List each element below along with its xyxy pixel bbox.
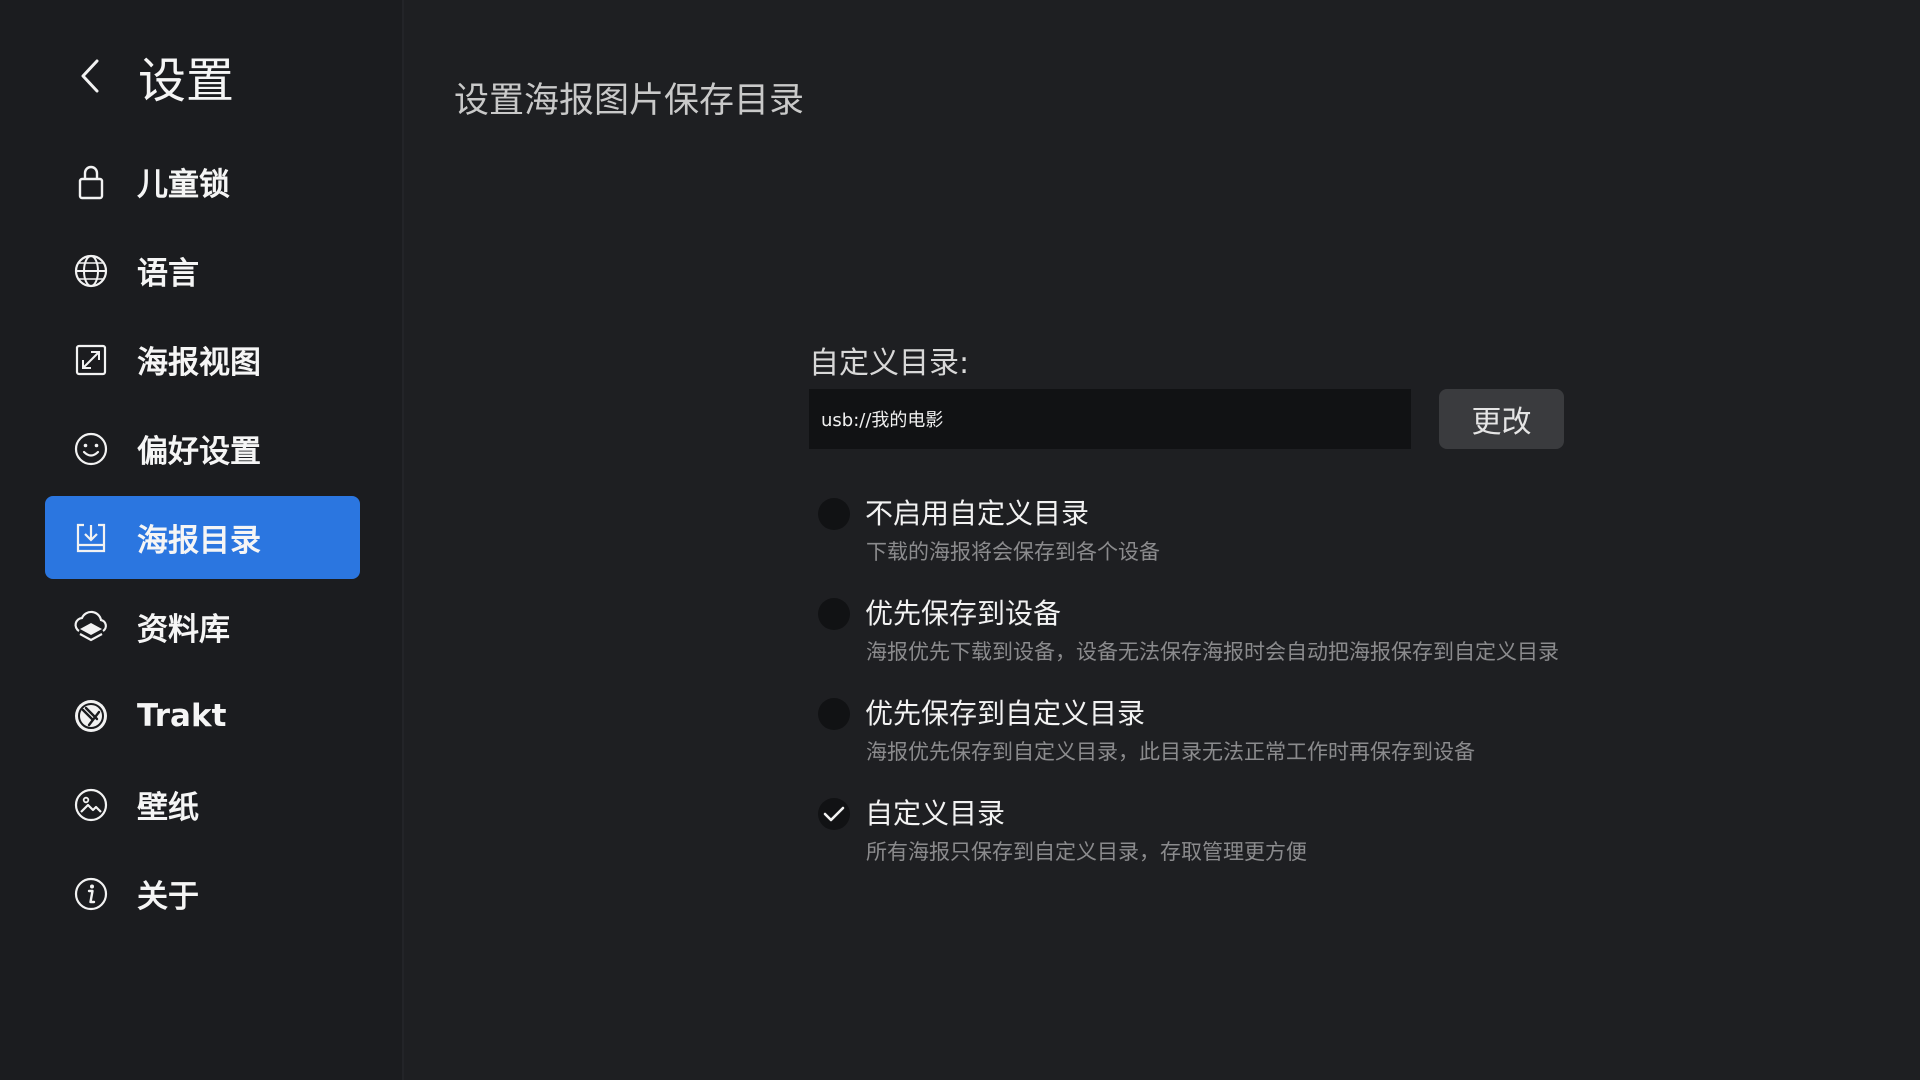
custom-dir-label: 自定义目录: (809, 346, 970, 381)
radio-unselected-icon[interactable] (818, 598, 850, 630)
sidebar-title: 设置 (138, 53, 235, 109)
lock-icon (71, 162, 111, 202)
checkmark-icon[interactable] (818, 798, 850, 830)
option-description: 海报优先保存到自定义目录，此目录无法正常工作时再保存到设备 (866, 740, 1475, 764)
sidebar-item-label: 语言 (137, 256, 199, 292)
radio-unselected-icon[interactable] (818, 698, 850, 730)
sidebar-item-wallpaper[interactable]: 壁纸 (45, 763, 360, 846)
option-description: 海报优先下载到设备，设备无法保存海报时会自动把海报保存到自定义目录 (866, 640, 1559, 664)
option-prefer-custom-dir[interactable]: 优先保存到自定义目录 海报优先保存到自定义目录，此目录无法正常工作时再保存到设备 (809, 696, 1709, 796)
image-icon (71, 785, 111, 825)
sidebar-item-language[interactable]: 语言 (45, 229, 360, 312)
sidebar-item-label: 偏好设置 (137, 434, 261, 470)
radio-unselected-icon[interactable] (818, 498, 850, 530)
globe-icon (71, 251, 111, 291)
smiley-icon (71, 429, 111, 469)
option-description: 下载的海报将会保存到各个设备 (866, 540, 1160, 564)
sidebar-item-label: 关于 (137, 879, 199, 915)
sidebar-item-poster-view[interactable]: 海报视图 (45, 318, 360, 401)
change-button[interactable]: 更改 (1439, 389, 1564, 449)
sidebar-item-poster-directory[interactable]: 海报目录 (45, 496, 360, 579)
layers-icon (71, 607, 111, 647)
option-custom-dir-only[interactable]: 自定义目录 所有海报只保存到自定义目录，存取管理更方便 (809, 796, 1709, 896)
expand-icon (71, 340, 111, 380)
option-title: 优先保存到自定义目录 (865, 697, 1146, 730)
sidebar-item-trakt[interactable]: Trakt (45, 674, 360, 757)
option-title: 自定义目录 (865, 797, 1006, 830)
trakt-icon (71, 696, 111, 736)
option-disable-custom-dir[interactable]: 不启用自定义目录 下载的海报将会保存到各个设备 (809, 496, 1709, 596)
info-icon (71, 874, 111, 914)
settings-screen: 设置 儿童锁 语言 海报视图 偏好设置 海报目录 资料库 Trakt 壁纸 关于… (0, 0, 1920, 1080)
sidebar-item-label: 海报视图 (137, 345, 261, 381)
download-tray-icon (71, 518, 111, 558)
main-content: 设置海报图片保存目录 自定义目录: 更改 不启用自定义目录 下载的海报将会保存到… (406, 0, 1920, 1080)
sidebar-item-label: 资料库 (137, 612, 230, 648)
sidebar-item-label: 壁纸 (137, 790, 199, 826)
option-prefer-device[interactable]: 优先保存到设备 海报优先下载到设备，设备无法保存海报时会自动把海报保存到自定义目… (809, 596, 1709, 696)
sidebar-item-label: Trakt (137, 697, 227, 734)
sidebar-item-preferences[interactable]: 偏好设置 (45, 407, 360, 490)
sidebar-nav: 儿童锁 语言 海报视图 偏好设置 海报目录 资料库 Trakt 壁纸 关于 (45, 140, 360, 941)
sidebar-header: 设置 (72, 44, 235, 109)
sidebar-item-library[interactable]: 资料库 (45, 585, 360, 668)
option-title: 优先保存到设备 (865, 597, 1062, 630)
back-arrow-icon[interactable] (72, 58, 108, 94)
option-title: 不启用自定义目录 (865, 497, 1090, 530)
sidebar-item-about[interactable]: 关于 (45, 852, 360, 935)
save-mode-options: 不启用自定义目录 下载的海报将会保存到各个设备 优先保存到设备 海报优先下载到设… (809, 496, 1709, 896)
sidebar-item-label: 儿童锁 (137, 167, 230, 203)
sidebar-item-label: 海报目录 (137, 523, 261, 559)
sidebar: 设置 儿童锁 语言 海报视图 偏好设置 海报目录 资料库 Trakt 壁纸 关于 (0, 0, 404, 1080)
page-title: 设置海报图片保存目录 (454, 81, 805, 121)
option-description: 所有海报只保存到自定义目录，存取管理更方便 (866, 840, 1307, 864)
custom-dir-input[interactable] (809, 389, 1411, 449)
sidebar-item-child-lock[interactable]: 儿童锁 (45, 140, 360, 223)
